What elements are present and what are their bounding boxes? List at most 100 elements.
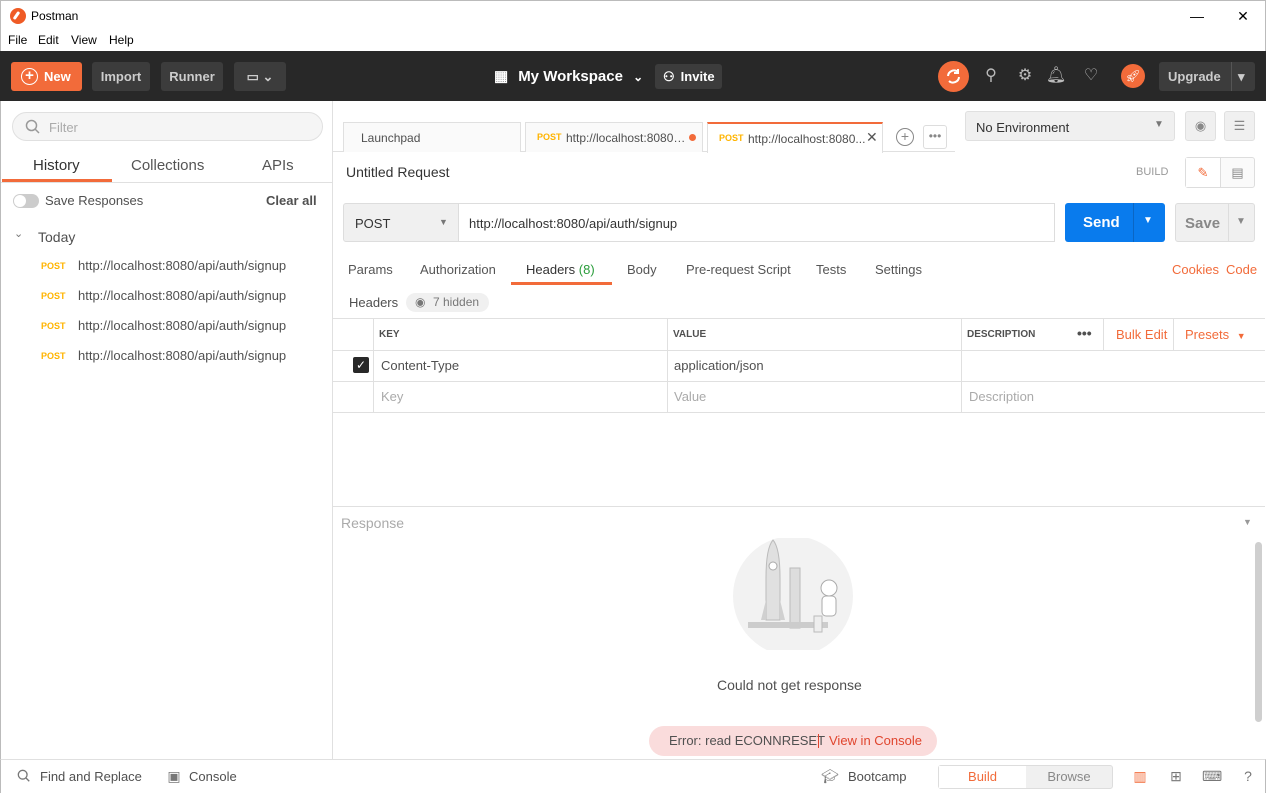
- tab-apis[interactable]: APIs: [262, 157, 294, 174]
- build-mode-button[interactable]: Build: [939, 766, 1026, 788]
- environment-settings-icon[interactable]: ☰: [1224, 111, 1255, 141]
- workspace-selector[interactable]: ▦ My Workspace ⌄: [494, 67, 643, 85]
- tab-settings[interactable]: Settings: [875, 262, 922, 277]
- close-tab-icon[interactable]: ✕: [866, 129, 878, 146]
- more-options-icon[interactable]: •••: [1077, 325, 1092, 341]
- notifications-icon[interactable]: 🔔︎: [1044, 61, 1068, 91]
- clear-all-button[interactable]: Clear all: [266, 193, 317, 208]
- help-icon[interactable]: ?: [1239, 767, 1257, 785]
- import-button[interactable]: Import: [92, 62, 150, 91]
- chevron-down-icon: ▼: [439, 217, 448, 227]
- graduation-cap-icon: 🎓︎: [821, 768, 839, 784]
- eye-icon[interactable]: ◉: [1185, 111, 1216, 141]
- upgrade-button[interactable]: Upgrade ▾: [1159, 62, 1255, 91]
- grid-icon: ▦: [494, 68, 509, 85]
- new-window-button[interactable]: ▭ ⌄: [234, 62, 286, 91]
- history-group-today[interactable]: ⌄ Today: [1, 226, 333, 248]
- key-input[interactable]: Key: [374, 382, 668, 412]
- browse-mode-button[interactable]: Browse: [1026, 766, 1112, 788]
- error-text: Error: read ECONNRESET: [669, 733, 826, 748]
- error-banner: Error: read ECONNRESET View in Console: [649, 726, 937, 756]
- keyboard-icon[interactable]: ⌨: [1202, 767, 1222, 785]
- tab-authorization[interactable]: Authorization: [420, 262, 496, 277]
- header-enabled-checkbox[interactable]: ✓: [353, 357, 369, 373]
- tab-pre-request-script[interactable]: Pre-request Script: [686, 262, 791, 277]
- headers-table: KEY VALUE DESCRIPTION ••• Bulk Edit Pres…: [333, 318, 1265, 413]
- divider: [818, 734, 819, 748]
- tab-collections[interactable]: Collections: [131, 157, 204, 174]
- tab-history[interactable]: History: [33, 157, 80, 174]
- maximize-button[interactable]: [1174, 1, 1220, 31]
- invite-button[interactable]: ⚇ Invite: [655, 64, 722, 89]
- tab-headers[interactable]: Headers (8): [526, 262, 595, 277]
- url-input[interactable]: http://localhost:8080/api/auth/signup: [458, 203, 1055, 242]
- edit-icon[interactable]: ✎: [1186, 158, 1221, 187]
- menu-file[interactable]: File: [8, 33, 27, 47]
- menu-help[interactable]: Help: [109, 33, 134, 47]
- list-item[interactable]: POST http://localhost:8080/api/auth/sign…: [1, 311, 333, 341]
- save-responses-toggle[interactable]: [13, 194, 39, 208]
- console-button[interactable]: Console: [189, 769, 237, 784]
- chevron-down-icon[interactable]: ▼: [1236, 216, 1246, 227]
- cookies-link[interactable]: Cookies: [1172, 262, 1219, 277]
- method-select[interactable]: POST ▼: [343, 203, 459, 242]
- tab-params[interactable]: Params: [348, 262, 393, 277]
- unsaved-indicator: [689, 134, 696, 141]
- view-in-console-link[interactable]: View in Console: [829, 726, 922, 756]
- header-key-cell[interactable]: Content-Type: [374, 351, 668, 381]
- chevron-down-icon[interactable]: ▼: [1243, 517, 1252, 527]
- add-user-icon: ⚇: [663, 69, 675, 84]
- layout-icon[interactable]: ⊞: [1167, 767, 1185, 785]
- sync-icon[interactable]: [938, 61, 969, 92]
- send-button[interactable]: Send ▼: [1065, 203, 1165, 242]
- search-icon: [25, 119, 40, 134]
- tab-tests[interactable]: Tests: [816, 262, 846, 277]
- tab-launchpad[interactable]: Launchpad: [343, 122, 521, 152]
- comments-icon[interactable]: ▤: [1221, 158, 1254, 187]
- column-value: VALUE: [673, 329, 707, 340]
- divider: [1, 182, 333, 183]
- menu-edit[interactable]: Edit: [38, 33, 59, 47]
- rocket-illustration: [733, 538, 853, 650]
- divider: [333, 506, 1265, 507]
- find-replace-button[interactable]: Find and Replace: [40, 769, 142, 784]
- environment-selector[interactable]: No Environment ▼: [965, 111, 1175, 141]
- avatar[interactable]: 🚀︎: [1121, 64, 1145, 88]
- chevron-down-icon: ▾: [1231, 62, 1245, 91]
- tab-request-1[interactable]: POST http://localhost:8080/...: [525, 122, 703, 152]
- add-tab-icon[interactable]: +: [896, 128, 914, 146]
- filter-input[interactable]: Filter: [12, 112, 323, 141]
- no-response-message: Could not get response: [717, 677, 862, 693]
- list-item[interactable]: POST http://localhost:8080/api/auth/sign…: [1, 251, 333, 281]
- tab-request-2[interactable]: POST http://localhost:8080... ✕: [707, 122, 883, 153]
- bulk-edit-link[interactable]: Bulk Edit: [1116, 327, 1167, 342]
- new-button[interactable]: + New: [11, 62, 82, 91]
- description-input[interactable]: Description: [969, 389, 1034, 404]
- menu-view[interactable]: View: [71, 33, 97, 47]
- runner-button[interactable]: Runner: [161, 62, 223, 91]
- list-item[interactable]: POST http://localhost:8080/api/auth/sign…: [1, 341, 333, 371]
- tab-body[interactable]: Body: [627, 262, 657, 277]
- heart-icon[interactable]: ♡: [1079, 61, 1103, 91]
- presets-dropdown[interactable]: Presets ▼: [1185, 327, 1246, 342]
- more-tabs-icon[interactable]: •••: [923, 125, 947, 149]
- close-button[interactable]: ✕: [1220, 1, 1266, 31]
- satellite-icon[interactable]: ⚲: [979, 61, 1003, 91]
- settings-icon[interactable]: ⚙: [1013, 61, 1037, 91]
- hidden-headers-toggle[interactable]: ◉ 7 hidden: [406, 293, 489, 312]
- header-cell: KEY: [374, 319, 668, 350]
- divider: [1228, 204, 1229, 241]
- chevron-down-icon[interactable]: ▼: [1143, 215, 1153, 226]
- value-input[interactable]: Value: [668, 382, 962, 412]
- header-value-cell[interactable]: application/json: [668, 351, 962, 381]
- request-title: Untitled Request: [346, 164, 450, 180]
- plus-icon: +: [21, 68, 38, 85]
- code-link[interactable]: Code: [1226, 262, 1257, 277]
- chevron-down-icon: ▼: [1154, 119, 1164, 130]
- menu-bar: File Edit View Help: [0, 30, 1266, 51]
- response-scrollbar[interactable]: [1255, 542, 1262, 722]
- two-pane-icon[interactable]: ▥: [1131, 767, 1149, 785]
- bootcamp-button[interactable]: Bootcamp: [848, 769, 907, 784]
- save-button[interactable]: Save ▼: [1175, 203, 1255, 242]
- list-item[interactable]: POST http://localhost:8080/api/auth/sign…: [1, 281, 333, 311]
